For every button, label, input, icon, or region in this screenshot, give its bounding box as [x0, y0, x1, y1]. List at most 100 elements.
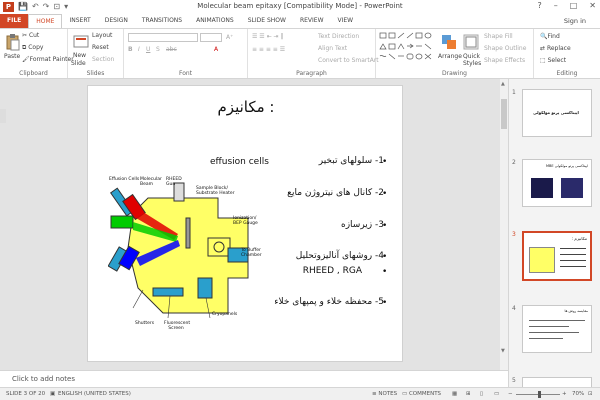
slideshow-icon[interactable]: ▭ — [494, 391, 499, 397]
window-controls: ? – □ ✕ — [537, 1, 596, 10]
select-icon: ⬚ — [540, 57, 548, 64]
thumb-number: 5 — [512, 377, 516, 384]
bullets-icon[interactable]: ☰ ☰ ⇤ ⇥ ‖ — [252, 33, 283, 40]
scroll-up-icon[interactable]: ▲ — [501, 81, 505, 87]
bullet-5[interactable]: 5- محفظه خلاء و پمپهای خلاء — [274, 297, 384, 307]
slide-thumbnail-1[interactable]: اپیتاکسی پرتو مولکولی — [522, 89, 592, 137]
arrange-icon[interactable] — [440, 33, 458, 51]
new-slide-label-2[interactable]: Slide — [71, 60, 86, 67]
vertical-scrollbar[interactable]: ▲ ▼ — [500, 79, 508, 370]
notes-label: NOTES — [378, 391, 398, 397]
underline-icon[interactable]: U — [146, 46, 150, 53]
tab-insert[interactable]: INSERT — [62, 14, 97, 28]
bullet-4[interactable]: 4- روشهای آنالیزوتحلیل — [296, 251, 384, 261]
arrange-button[interactable]: Arrange — [438, 53, 462, 60]
reset-button[interactable]: Reset — [92, 44, 109, 51]
label-sample-block: Sample Block/ Substrate Heater — [196, 186, 235, 196]
shape-fill-button[interactable]: Shape Fill — [484, 33, 513, 40]
scroll-down-icon[interactable]: ▼ — [501, 348, 505, 354]
find-button[interactable]: 🔍Find — [540, 33, 560, 40]
reading-view-icon[interactable]: ▯ — [480, 391, 483, 397]
select-label: Select — [547, 57, 567, 64]
quick-styles-label[interactable]: Quick — [463, 53, 480, 60]
current-slide[interactable]: مکانیزم : effusion cells Effusion Cells — [87, 85, 403, 362]
paste-button[interactable]: Paste — [4, 53, 20, 60]
fit-slide-icon[interactable]: ⊡ — [588, 391, 593, 397]
italic-icon[interactable]: I — [138, 46, 140, 53]
notes-pane[interactable]: Click to add notes — [0, 370, 508, 387]
quick-styles-label-2[interactable]: Styles — [463, 60, 481, 67]
font-name-box[interactable] — [128, 33, 198, 42]
normal-view-icon[interactable]: ▦ — [452, 391, 457, 397]
align-icons[interactable]: ≡ ≡ ≡ ≡ ☰ — [252, 46, 285, 53]
thumb-line — [529, 320, 585, 321]
bullet-2[interactable]: 2- کانال های نیتروژن مایع — [287, 188, 384, 198]
layout-button[interactable]: Layout — [92, 32, 112, 39]
minimize-button[interactable]: – — [554, 1, 558, 10]
tab-transitions[interactable]: TRANSITIONS — [135, 14, 189, 28]
format-painter-button[interactable]: 🖌Format Painter — [22, 56, 74, 63]
help-icon[interactable]: ? — [537, 1, 541, 10]
bullet-3[interactable]: 3- زیرسازه — [341, 220, 384, 230]
select-button[interactable]: ⬚ Select — [540, 57, 566, 64]
new-slide-icon[interactable] — [72, 33, 90, 51]
copy-button[interactable]: ⧉ Copy — [22, 44, 43, 52]
zoom-slider-thumb[interactable] — [538, 391, 541, 398]
zoom-level[interactable]: 70% — [572, 391, 584, 397]
effusion-cells-caption[interactable]: effusion cells — [210, 157, 269, 167]
slide-thumbnail-4[interactable]: مقایسه روش ها — [522, 305, 592, 353]
text-direction-button[interactable]: Text Direction — [318, 33, 359, 40]
close-button[interactable]: ✕ — [589, 1, 596, 10]
slide-thumbnail-3[interactable]: مکانیزم : — [522, 231, 592, 281]
quick-styles-icon[interactable] — [462, 33, 480, 51]
convert-smartart-button[interactable]: Convert to SmartArt — [318, 57, 379, 64]
font-group-label: Font — [178, 70, 193, 77]
font-size-box[interactable] — [200, 33, 222, 42]
tab-slide-show[interactable]: SLIDE SHOW — [241, 14, 293, 28]
slide-title[interactable]: مکانیزم : — [88, 98, 404, 116]
bullet-4-sub[interactable]: RHEED , RGA — [303, 266, 362, 276]
scroll-thumb[interactable] — [501, 99, 507, 129]
slide-sorter-icon[interactable]: ⊞ — [466, 391, 471, 397]
strikethrough-icon[interactable]: abc — [166, 46, 177, 53]
shape-effects-button[interactable]: Shape Effects — [484, 57, 525, 64]
zoom-out-icon[interactable]: − — [508, 391, 513, 397]
tab-review[interactable]: REVIEW — [293, 14, 331, 28]
notes-toggle[interactable]: ≡ NOTES — [372, 391, 397, 397]
tab-file[interactable]: FILE — [0, 14, 29, 28]
zoom-in-icon[interactable]: + — [562, 391, 567, 397]
sign-in-link[interactable]: Sign in — [564, 17, 586, 25]
notes-placeholder[interactable]: Click to add notes — [12, 375, 75, 383]
slide-thumbnail-2[interactable]: اپیتاکسی پرتو مولکولی MBE — [522, 159, 592, 207]
zoom-slider[interactable] — [516, 391, 560, 398]
cut-button[interactable]: ✂ Cut — [22, 32, 39, 39]
grow-font-icon[interactable]: A⁺ — [226, 34, 233, 41]
thumb-line — [529, 326, 569, 327]
spell-check-icon[interactable]: ▣ — [50, 391, 55, 397]
language-indicator[interactable]: ENGLISH (UNITED STATES) — [58, 391, 131, 397]
clipboard-group: Paste ✂ Cut ⧉ Copy 🖌Format Painter Clipb… — [0, 29, 74, 78]
font-color-icon[interactable]: A — [214, 46, 218, 53]
bullet-1[interactable]: 1- سلولهای تبخیر — [319, 156, 384, 166]
mbe-chamber-diagram[interactable] — [108, 178, 268, 338]
restore-button[interactable]: □ — [570, 1, 578, 10]
replace-button[interactable]: ⇄ Replace — [540, 45, 571, 52]
comments-toggle[interactable]: ▭ COMMENTS — [402, 391, 441, 397]
shape-outline-button[interactable]: Shape Outline — [484, 45, 526, 52]
tab-design[interactable]: DESIGN — [98, 14, 135, 28]
tab-view[interactable]: VIEW — [331, 14, 361, 28]
shapes-gallery[interactable] — [379, 32, 435, 66]
bold-icon[interactable]: B — [128, 46, 133, 53]
slide-thumbnail-5[interactable] — [522, 377, 592, 387]
section-button[interactable]: Section — [92, 56, 114, 63]
cut-label: Cut — [28, 32, 40, 39]
font-group: A⁺ B I U S abc A Font — [124, 29, 248, 78]
thumb-title: اپیتاکسی پرتو مولکولی — [533, 110, 579, 115]
shadow-icon[interactable]: S — [156, 46, 160, 53]
thumb-number: 3 — [512, 231, 516, 238]
tab-home[interactable]: HOME — [28, 14, 63, 28]
tab-animations[interactable]: ANIMATIONS — [189, 14, 241, 28]
new-slide-label[interactable]: New — [73, 52, 86, 59]
align-text-button[interactable]: Align Text — [318, 45, 347, 52]
paste-icon[interactable] — [4, 33, 22, 51]
